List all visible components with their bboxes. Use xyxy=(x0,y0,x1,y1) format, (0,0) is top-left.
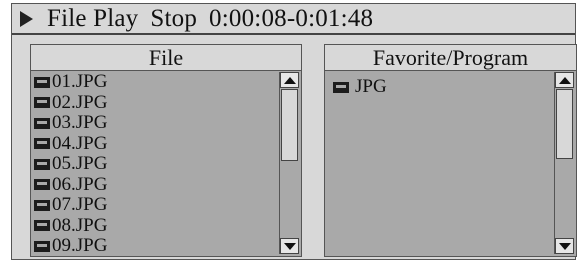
favorite-list[interactable]: JPG xyxy=(325,71,576,256)
list-item[interactable]: 03.JPG xyxy=(34,113,277,134)
scroll-up-button[interactable] xyxy=(555,72,574,88)
folder-icon xyxy=(333,81,349,93)
scroll-thumb[interactable] xyxy=(556,89,573,159)
arrow-up-icon xyxy=(559,77,571,84)
status-label: Stop xyxy=(150,4,198,32)
player-screen: File Play Stop 0:00:08-0:01:48 File 01.JPG… xyxy=(11,3,577,260)
file-list-scrollbar[interactable] xyxy=(279,72,299,254)
play-icon xyxy=(20,10,33,27)
favorite-panel: Favorite/Program JPG xyxy=(324,44,577,257)
list-item[interactable]: 01.JPG xyxy=(34,72,277,93)
file-panel-header: File xyxy=(31,45,301,71)
list-item-label: 04.JPG xyxy=(52,132,108,154)
folder-icon xyxy=(34,76,50,88)
scroll-thumb[interactable] xyxy=(281,89,298,161)
folder-icon xyxy=(34,117,50,129)
list-item[interactable]: 06.JPG xyxy=(34,173,277,196)
list-item-label: 01.JPG xyxy=(52,72,108,93)
list-item-label: 06.JPG xyxy=(52,173,108,195)
folder-icon xyxy=(34,199,50,211)
list-item-label: 08.JPG xyxy=(52,214,108,236)
list-item[interactable]: JPG xyxy=(333,77,552,98)
list-item[interactable]: 09.JPG xyxy=(34,236,277,256)
favorite-panel-header: Favorite/Program xyxy=(325,45,576,71)
scroll-down-button[interactable] xyxy=(280,238,299,254)
scroll-down-button[interactable] xyxy=(555,238,574,254)
arrow-down-icon xyxy=(559,243,571,250)
arrow-down-icon xyxy=(284,243,296,250)
scroll-up-button[interactable] xyxy=(280,72,299,88)
folder-icon xyxy=(34,158,50,170)
folder-icon xyxy=(34,97,50,109)
list-item-label: 07.JPG xyxy=(52,194,108,216)
list-item[interactable]: 02.JPG xyxy=(34,91,277,114)
mode-label: File Play xyxy=(47,4,139,32)
time-readout: 0:00:08-0:01:48 xyxy=(209,4,374,32)
folder-icon xyxy=(34,138,50,150)
file-panel: File 01.JPG 02.JPG 03.JPG 04.JPG 05.JPG … xyxy=(30,44,302,257)
list-item-label: JPG xyxy=(355,77,387,98)
list-item-label: 02.JPG xyxy=(52,91,108,113)
list-item[interactable]: 05.JPG xyxy=(34,154,277,175)
favorite-list-scrollbar[interactable] xyxy=(554,72,574,254)
folder-icon xyxy=(34,220,50,232)
list-item-label: 09.JPG xyxy=(52,235,108,256)
folder-icon xyxy=(34,179,50,191)
arrow-up-icon xyxy=(284,77,296,84)
list-item-label: 05.JPG xyxy=(52,153,108,175)
list-item-label: 03.JPG xyxy=(52,112,108,134)
list-item[interactable]: 08.JPG xyxy=(34,214,277,237)
file-list[interactable]: 01.JPG 02.JPG 03.JPG 04.JPG 05.JPG 06.JP… xyxy=(31,71,301,256)
title-bar: File Play Stop 0:00:08-0:01:48 xyxy=(12,4,575,35)
folder-icon xyxy=(34,240,50,252)
list-item[interactable]: 04.JPG xyxy=(34,132,277,155)
list-item[interactable]: 07.JPG xyxy=(34,195,277,216)
